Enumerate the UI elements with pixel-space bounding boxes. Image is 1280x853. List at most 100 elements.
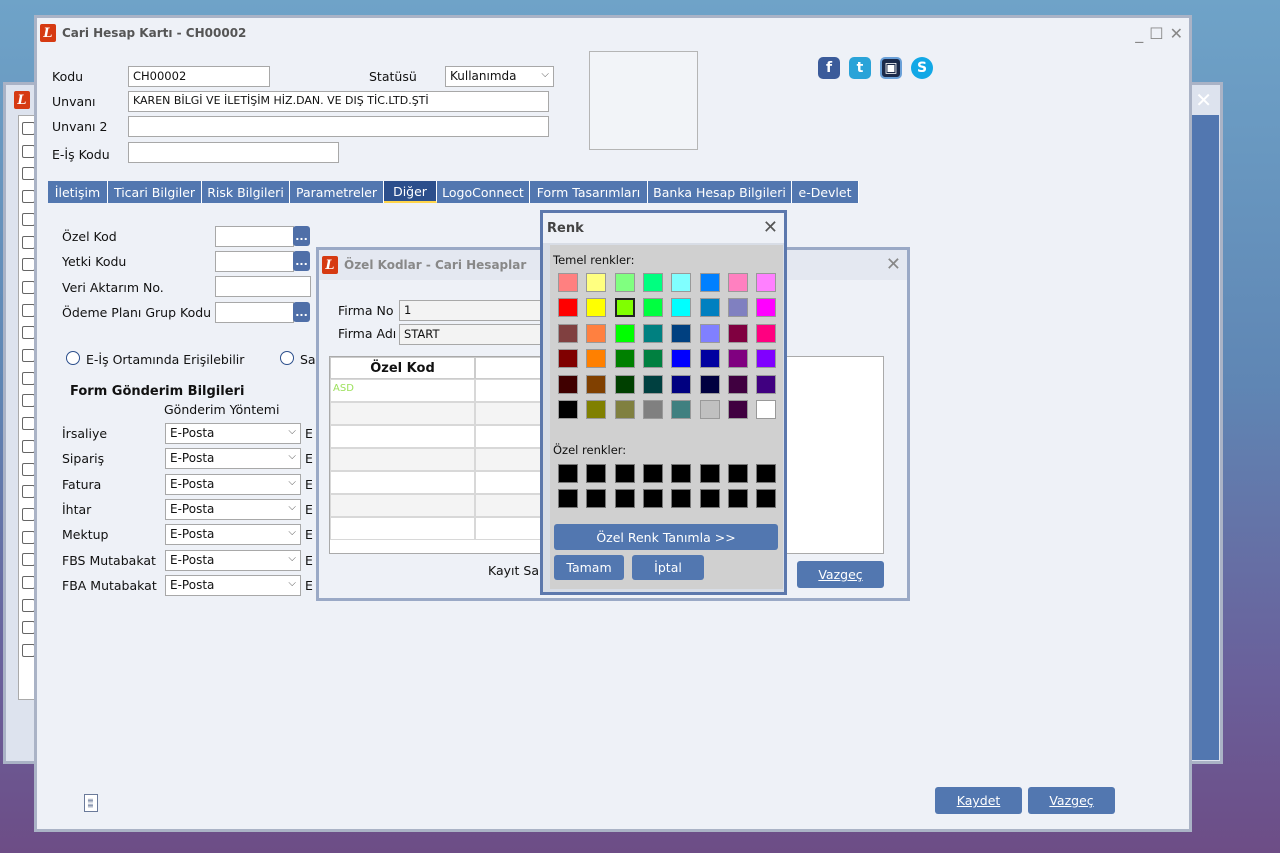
basic-color-swatch[interactable] <box>699 323 720 343</box>
vazgec-button[interactable]: Vazgeç <box>1028 787 1115 814</box>
custom-color-swatch[interactable] <box>586 464 607 483</box>
custom-color-swatch[interactable] <box>671 464 692 483</box>
grid-cell[interactable] <box>330 402 475 425</box>
tamam-button[interactable]: Tamam <box>554 555 624 580</box>
grid-cell[interactable] <box>475 494 545 517</box>
basic-color-swatch[interactable] <box>756 374 777 394</box>
basic-color-swatch[interactable] <box>671 400 692 419</box>
tab-7[interactable]: Banka Hesap Bilgileri <box>648 181 792 203</box>
basic-color-swatch[interactable] <box>699 349 720 369</box>
grid-cell[interactable] <box>330 517 475 540</box>
tab-6[interactable]: Form Tasarımları <box>530 181 648 203</box>
basic-color-swatch[interactable] <box>699 298 720 318</box>
grid-cell[interactable] <box>475 379 545 402</box>
basic-color-swatch[interactable] <box>614 349 635 369</box>
basic-color-swatch[interactable] <box>727 400 748 419</box>
gonderim-select[interactable]: E-Posta ⌵ <box>165 448 301 470</box>
grid-cell[interactable]: ASD <box>330 379 475 402</box>
basic-color-swatch[interactable] <box>756 323 777 343</box>
ozel-kod-field[interactable] <box>215 226 294 247</box>
basic-color-swatch[interactable] <box>671 323 692 343</box>
grid-cell[interactable] <box>330 425 475 448</box>
custom-color-swatch[interactable] <box>614 489 635 508</box>
custom-color-swatch[interactable] <box>558 464 578 483</box>
gonderim-select[interactable]: E-Posta ⌵ <box>165 423 301 444</box>
basic-color-swatch[interactable] <box>586 374 607 394</box>
ozel-vazgec-button[interactable]: Vazgeç <box>797 561 884 588</box>
sa-checkbox[interactable] <box>280 351 294 365</box>
custom-color-swatch[interactable] <box>699 489 720 508</box>
basic-color-swatch[interactable] <box>699 374 720 394</box>
basic-color-swatch[interactable] <box>558 298 578 318</box>
kodu-field[interactable]: CH00002 <box>128 66 270 87</box>
basic-color-swatch[interactable] <box>699 273 720 292</box>
tab-0[interactable]: İletişim <box>48 181 108 203</box>
eis-erisilebilir-checkbox[interactable] <box>66 351 80 365</box>
basic-color-swatch[interactable] <box>558 273 578 292</box>
tab-4[interactable]: Diğer <box>384 181 437 203</box>
close-icon[interactable]: ✕ <box>1170 24 1183 43</box>
basic-color-swatch[interactable] <box>756 298 777 318</box>
grid-cell[interactable] <box>330 494 475 517</box>
basic-color-swatch[interactable] <box>756 349 777 369</box>
tab-1[interactable]: Ticari Bilgiler <box>108 181 202 203</box>
grid-cell[interactable] <box>330 471 475 494</box>
grid-cell[interactable] <box>330 448 475 471</box>
gonderim-select[interactable]: E-Posta ⌵ <box>165 473 301 495</box>
custom-color-swatch[interactable] <box>671 489 692 508</box>
gonderim-select[interactable]: E-Posta ⌵ <box>165 498 301 520</box>
basic-color-swatch[interactable] <box>671 374 692 394</box>
basic-color-swatch[interactable] <box>586 349 607 369</box>
basic-color-swatch[interactable] <box>756 273 777 292</box>
basic-color-swatch[interactable] <box>642 298 663 318</box>
tab-8[interactable]: e-Devlet <box>792 181 859 203</box>
maximize-icon[interactable]: ☐ <box>1149 24 1163 43</box>
custom-color-swatch[interactable] <box>586 489 607 508</box>
basic-color-swatch[interactable] <box>727 374 748 394</box>
basic-color-swatch[interactable] <box>642 374 663 394</box>
custom-color-swatch[interactable] <box>727 464 748 483</box>
custom-color-swatch[interactable] <box>614 464 635 483</box>
document-icon[interactable]: ≡ ≡ <box>84 794 98 812</box>
grid-cell[interactable] <box>475 448 545 471</box>
iptal-button[interactable]: İptal <box>632 555 704 580</box>
custom-color-swatch[interactable] <box>727 489 748 508</box>
basic-color-swatch[interactable] <box>586 323 607 343</box>
custom-color-swatch[interactable] <box>756 464 777 483</box>
yetki-kodu-field[interactable] <box>215 251 294 272</box>
custom-color-swatch[interactable] <box>558 489 578 508</box>
basic-color-swatch[interactable] <box>671 349 692 369</box>
ozel-kod-lookup-button[interactable]: ... <box>293 226 310 246</box>
yetki-kodu-lookup-button[interactable]: ... <box>293 251 310 271</box>
grid-cell[interactable] <box>475 425 545 448</box>
unvani2-field[interactable] <box>128 116 549 137</box>
basic-color-swatch[interactable] <box>671 298 692 318</box>
custom-color-swatch[interactable] <box>699 464 720 483</box>
photo-box[interactable] <box>589 51 698 150</box>
grid-cell[interactable] <box>475 402 545 425</box>
basic-color-swatch[interactable] <box>558 349 578 369</box>
tab-2[interactable]: Risk Bilgileri <box>202 181 290 203</box>
custom-color-swatch[interactable] <box>642 489 663 508</box>
ozel-renk-tanimla-button[interactable]: Özel Renk Tanımla >> <box>554 524 778 550</box>
close-icon[interactable]: ✕ <box>886 254 901 275</box>
basic-color-swatch[interactable] <box>586 400 607 419</box>
veri-aktarim-field[interactable] <box>215 276 311 297</box>
custom-color-swatch[interactable] <box>642 464 663 483</box>
grid-cell[interactable] <box>475 517 545 540</box>
logo-icon[interactable]: ▣ <box>880 57 902 79</box>
basic-color-swatch[interactable] <box>671 273 692 292</box>
basic-color-swatch[interactable] <box>558 400 578 419</box>
grid-cell[interactable] <box>475 471 545 494</box>
statusu-select[interactable]: Kullanımda ⌵ <box>445 66 554 87</box>
twitter-icon[interactable]: t <box>849 57 871 79</box>
skype-icon[interactable]: S <box>911 57 933 79</box>
tab-3[interactable]: Parametreler <box>290 181 384 203</box>
kaydet-button[interactable]: Kaydet <box>935 787 1022 814</box>
basic-color-swatch[interactable] <box>614 374 635 394</box>
unvani-field[interactable]: KAREN BİLGİ VE İLETİŞİM HİZ.DAN. VE DIŞ … <box>128 91 549 112</box>
gonderim-select[interactable]: E-Posta ⌵ <box>165 524 301 546</box>
basic-color-swatch[interactable] <box>642 273 663 292</box>
custom-color-swatch[interactable] <box>756 489 777 508</box>
basic-color-swatch[interactable] <box>558 374 578 394</box>
